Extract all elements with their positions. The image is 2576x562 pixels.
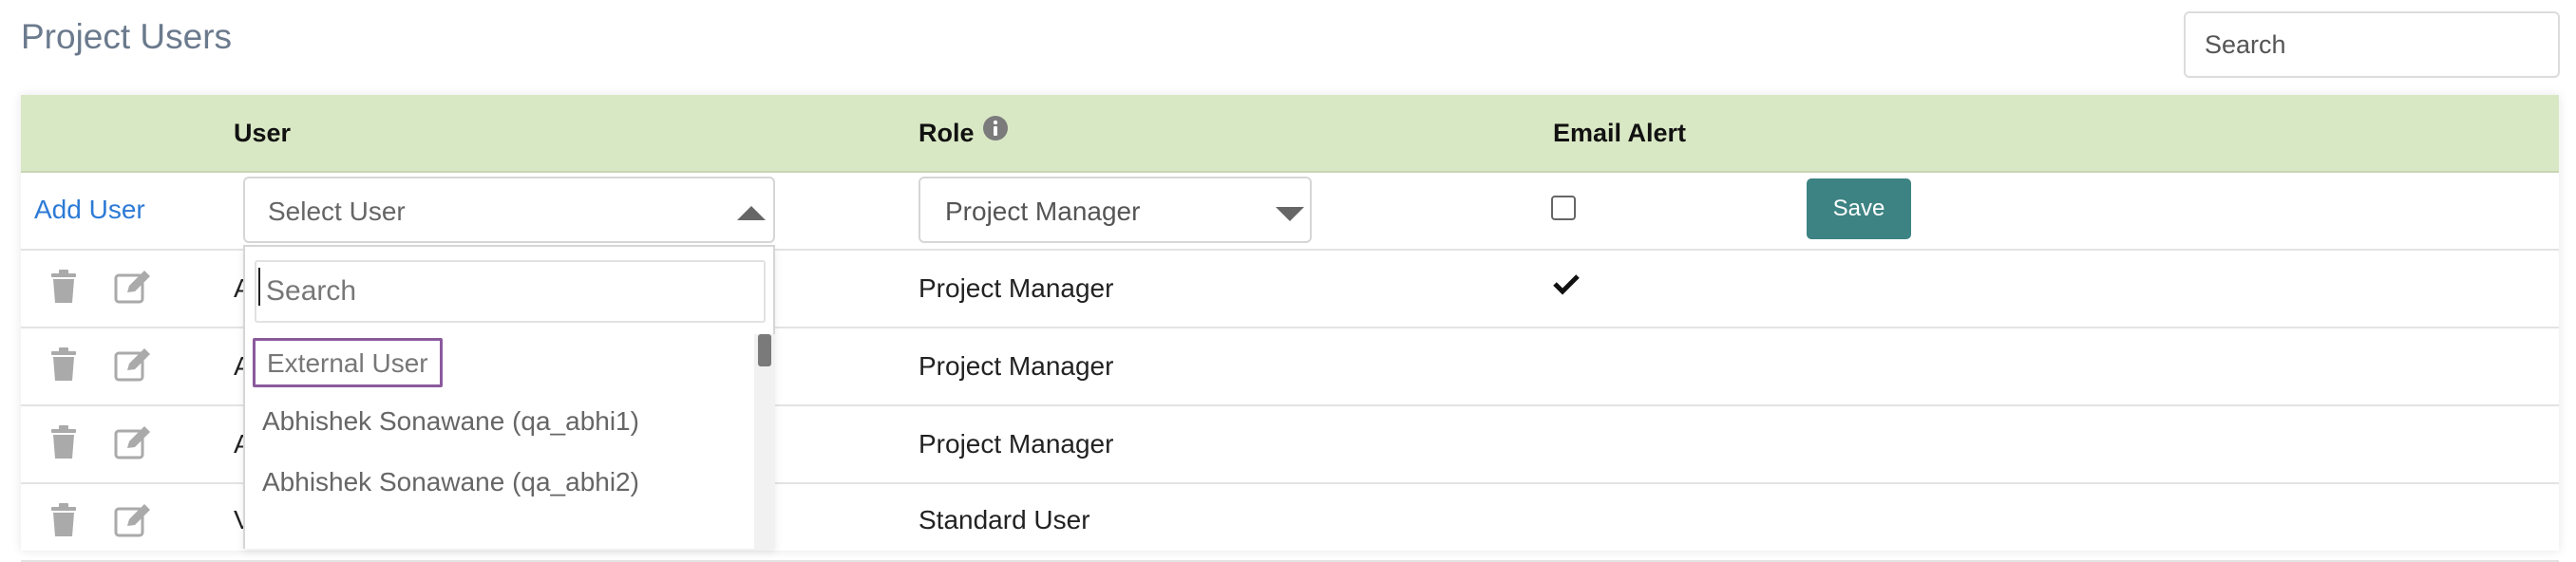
- column-header-email-alert: Email Alert: [1553, 119, 1687, 147]
- trash-icon[interactable]: [49, 425, 78, 464]
- edit-icon[interactable]: [114, 347, 152, 386]
- caret-up-icon: [735, 203, 767, 227]
- dropdown-option[interactable]: Abhishek Sonawane (qa_abhi2): [262, 467, 639, 497]
- dropdown-scrollbar[interactable]: [754, 334, 775, 549]
- column-header-user: User: [234, 119, 292, 147]
- trash-icon[interactable]: [49, 347, 78, 386]
- email-alert-checkbox[interactable]: [1551, 196, 1576, 220]
- edit-icon[interactable]: [114, 503, 152, 542]
- edit-icon[interactable]: [114, 270, 152, 309]
- select-user-dropdown[interactable]: Select User: [243, 177, 775, 243]
- user-role: Project Manager: [919, 351, 1114, 381]
- dropdown-search-input[interactable]: [255, 260, 766, 323]
- select-user-placeholder: Select User: [268, 197, 406, 226]
- edit-icon[interactable]: [114, 425, 152, 464]
- dropdown-option[interactable]: Abhishek Sonawane (qa_abhi1): [262, 406, 639, 437]
- checkmark-icon: [1552, 272, 1581, 302]
- role-select[interactable]: Project Manager: [919, 177, 1312, 243]
- save-button[interactable]: Save: [1807, 178, 1911, 239]
- text-cursor: [258, 268, 260, 306]
- select-user-dropdown-menu: External User Abhishek Sonawane (qa_abhi…: [243, 245, 775, 549]
- table-header: User Role Email Alert: [21, 95, 2559, 173]
- add-user-row: Add User Select User Project Manager Sav…: [21, 173, 2559, 251]
- add-user-link[interactable]: Add User: [34, 195, 145, 225]
- info-icon[interactable]: [982, 95, 1009, 171]
- user-role: Standard User: [919, 505, 1090, 534]
- page-title: Project Users: [21, 17, 233, 56]
- user-role: Project Manager: [919, 429, 1114, 459]
- column-header-role-label: Role: [919, 119, 975, 147]
- user-role: Project Manager: [919, 273, 1114, 303]
- caret-down-icon: [1274, 205, 1306, 229]
- column-header-role: Role: [919, 95, 1009, 171]
- trash-icon[interactable]: [49, 503, 78, 542]
- scrollbar-thumb[interactable]: [758, 334, 771, 366]
- role-select-value: Project Manager: [945, 197, 1141, 226]
- search-input[interactable]: [2184, 11, 2560, 78]
- trash-icon[interactable]: [49, 270, 78, 309]
- dropdown-option-external-user[interactable]: External User: [253, 338, 443, 387]
